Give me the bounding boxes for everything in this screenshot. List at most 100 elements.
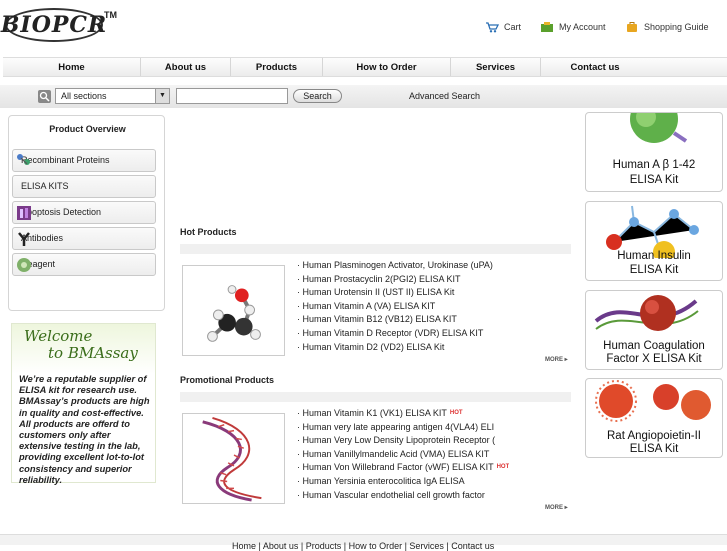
ad-line2: ELISA Kit [629, 174, 679, 186]
ad-line1: Rat Angiopoietin-II [607, 430, 701, 442]
product-name: Human Very Low Density Lipoprotein Recep… [302, 435, 496, 446]
hot-badge: HOT [496, 464, 510, 471]
molecule-icon [15, 152, 33, 170]
category-recombinant-proteins[interactable]: Recombinant Proteins [12, 149, 156, 172]
product-name: Human Vitamin B12 (VB12) ELISA KIT [302, 314, 457, 325]
list-item[interactable]: · Human Vitamin K1 (VK1) ELISA KIT HOT [297, 407, 509, 421]
more-label: MORE [545, 357, 563, 363]
ad-line1: Human Insulin [617, 250, 691, 262]
hot-more-link[interactable]: MORE ▸ [545, 356, 568, 363]
list-item[interactable]: · Human Vitamin D2 (VD2) ELISA Kit [297, 341, 493, 355]
product-name: Human Vitamin D2 (VD2) ELISA Kit [302, 341, 445, 352]
section-select[interactable]: All sections ▼ [55, 88, 170, 104]
promo-more-link[interactable]: MORE ▸ [545, 504, 568, 511]
list-item[interactable]: · Human Urotensin II (UST II) ELISA Kit [297, 286, 493, 300]
ad-line2: Factor X ELISA Kit [606, 353, 702, 365]
logo-trademark: TM [104, 10, 117, 20]
hot-product-image[interactable] [182, 265, 285, 356]
search-input[interactable] [176, 88, 288, 104]
product-name: Human Vascular endothelial cell growth f… [302, 489, 485, 500]
hot-products-list: · Human Plasminogen Activator, Urokinase… [297, 259, 493, 354]
reagent-icon [15, 256, 33, 274]
welcome-subtitle: to BMAssay [48, 344, 138, 362]
list-item[interactable]: · Human Von Willebrand Factor (vWF) ELIS… [297, 461, 509, 475]
ad-human-abeta-elisa[interactable]: Human A β 1-42 ELISA Kit [585, 112, 723, 192]
category-label: Recombinant Proteins [21, 155, 110, 165]
logo-text: BIOPCR [1, 8, 106, 42]
account-link[interactable]: My Account [540, 20, 606, 34]
search-button[interactable]: Search [293, 89, 342, 103]
hot-badge: HOT [449, 410, 463, 416]
account-label: My Account [559, 22, 606, 32]
list-item[interactable]: · Human very late appearing antigen 4(VL… [297, 421, 509, 435]
cart-label: Cart [504, 22, 522, 32]
product-name: Human Vitamin K1 (VK1) ELISA KIT [302, 408, 447, 418]
shopping-guide-link[interactable]: Shopping Guide [625, 20, 709, 34]
account-icon [541, 22, 553, 32]
welcome-title: Welcome [24, 327, 93, 345]
list-item[interactable]: · Human Prostacyclin 2(PGI2) ELISA KIT [297, 273, 493, 287]
category-antibodies[interactable]: Antibodies [12, 227, 156, 250]
promotional-products-title: Promotional Products [180, 375, 275, 385]
list-item[interactable]: · Human Vitamin B12 (VB12) ELISA KIT [297, 313, 493, 327]
advanced-search-link[interactable]: Advanced Search [409, 91, 480, 101]
list-item[interactable]: · Human Vitamin D Receptor (VDR) ELISA K… [297, 327, 493, 341]
welcome-banner: Welcome to BMAssay We’re a reputable sup… [11, 323, 156, 485]
apoptosis-icon [15, 204, 33, 222]
footer-bar: Home | About us | Products | How to Orde… [0, 534, 727, 551]
main-nav: Home About us Products How to Order Serv… [3, 57, 727, 77]
product-name: Human Yersinia enterocolitica IgA ELISA [302, 475, 465, 486]
promo-product-image[interactable] [182, 413, 285, 504]
nav-services[interactable]: Services [451, 58, 541, 76]
list-item[interactable]: · Human Vitamin A (VA) ELISA KIT [297, 300, 493, 314]
nav-how-to-order[interactable]: How to Order [323, 58, 451, 76]
list-item[interactable]: · Human Plasminogen Activator, Urokinase… [297, 259, 493, 273]
guide-icon [627, 22, 637, 32]
ad-line1: Human A β 1-42 [612, 159, 696, 171]
protein-cluster-icon [630, 113, 688, 143]
section-divider [180, 392, 571, 402]
dna-cell-icon [594, 295, 699, 331]
welcome-text: We’re a reputable supplier of ELISA kit … [19, 374, 150, 485]
virus-cluster-icon [595, 380, 711, 422]
antibody-icon [15, 230, 33, 248]
product-name: Human Plasminogen Activator, Urokinase (… [302, 260, 493, 270]
ad-line1: Human Coagulation [603, 340, 705, 352]
nav-about[interactable]: About us [141, 58, 231, 76]
list-item[interactable]: · Human Very Low Density Lipoprotein Rec… [297, 434, 509, 448]
section-divider [180, 244, 571, 254]
ad-rat-angiopoietin-elisa[interactable]: Rat Angiopoietin-II ELISA Kit [585, 378, 723, 458]
cart-icon [486, 22, 499, 33]
category-elisa-kits[interactable]: ELISA KITS [12, 175, 156, 198]
section-select-value: All sections [61, 91, 107, 101]
more-label: MORE [545, 505, 563, 511]
promo-products-list: · Human Vitamin K1 (VK1) ELISA KIT HOT · … [297, 407, 509, 502]
molecule-model-icon [207, 285, 261, 342]
chevron-down-icon: ▼ [155, 89, 169, 103]
product-overview-panel: Product Overview Recombinant Proteins EL… [8, 115, 165, 311]
product-name: Human Vitamin D Receptor (VDR) ELISA KIT [302, 327, 484, 338]
product-name: Human Von Willebrand Factor (vWF) ELISA … [302, 462, 494, 473]
product-overview-title: Product Overview [49, 124, 126, 134]
cart-link[interactable]: Cart [485, 20, 521, 34]
site-logo[interactable]: BIOPCR TM [0, 0, 126, 56]
ad-line2: ELISA Kit [629, 443, 679, 455]
product-name: Human Prostacyclin 2(PGI2) ELISA KIT [302, 273, 461, 284]
footer-links[interactable]: Home | About us | Products | How to Orde… [232, 541, 494, 551]
nav-contact[interactable]: Contact us [541, 58, 649, 76]
list-item[interactable]: · Human Vanillylmandelic Acid (VMA) ELIS… [297, 448, 509, 462]
dna-strand-icon [202, 416, 262, 502]
ad-human-coagulation-elisa[interactable]: Human Coagulation Factor X ELISA Kit [585, 290, 723, 370]
product-name: Human Vitamin A (VA) ELISA KIT [302, 300, 436, 311]
list-item[interactable]: · Human Yersinia enterocolitica IgA ELIS… [297, 475, 509, 489]
category-label: ELISA KITS [21, 181, 69, 191]
nav-home[interactable]: Home [3, 58, 141, 76]
ad-line2: ELISA Kit [629, 264, 679, 276]
list-item[interactable]: · Human Vascular endothelial cell growth… [297, 489, 509, 503]
product-name: Human very late appearing antigen 4(VLA4… [302, 421, 495, 432]
guide-label: Shopping Guide [644, 22, 709, 32]
category-reagent[interactable]: Reagent [12, 253, 156, 276]
category-apoptosis-detection[interactable]: Apoptosis Detection [12, 201, 156, 224]
ad-human-insulin-elisa[interactable]: Human Insulin ELISA Kit [585, 201, 723, 281]
nav-products[interactable]: Products [231, 58, 323, 76]
